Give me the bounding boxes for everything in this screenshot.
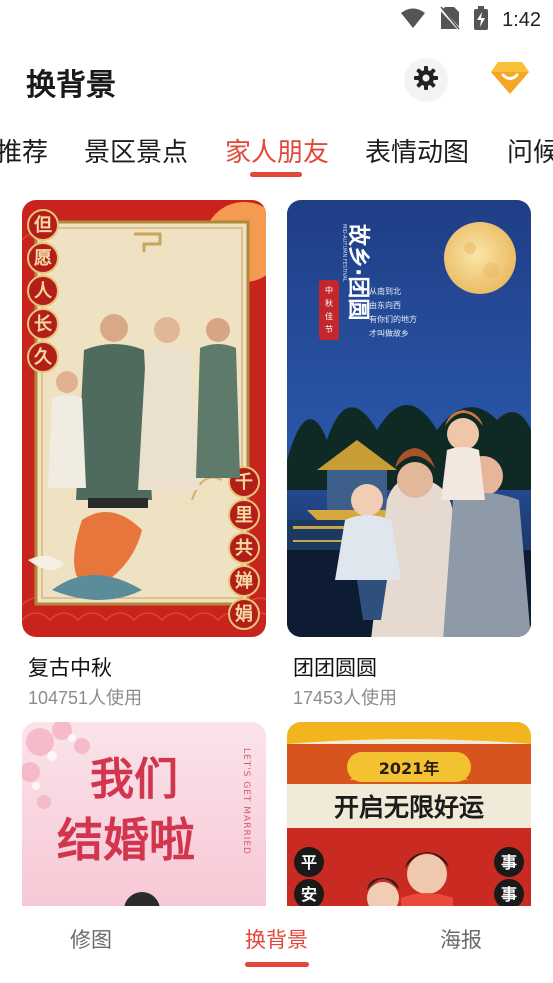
poster-char: 事 (501, 853, 517, 872)
template-thumbnail[interactable]: LET'S GET MARRIED 我们 结婚啦 (22, 722, 266, 906)
active-tab-indicator (250, 172, 302, 177)
poster-line: 才叫做故乡 (369, 328, 409, 338)
status-time: 1:42 (502, 8, 541, 31)
poster-char: 秋 (325, 298, 333, 308)
poster-char: 婵 (235, 570, 253, 592)
poster-char: 愿 (34, 248, 52, 269)
poster-title: 我们 (90, 754, 178, 805)
poster-char: 安 (301, 885, 317, 904)
vip-diamond-icon (490, 60, 530, 100)
poster-title: 故乡·团圆 (345, 224, 371, 320)
template-grid: 但 愿 人 长 久 千 里 共 婵 娟 复古中秋 104751人使用 中 秋 佳… (0, 200, 553, 906)
poster-char: 事 (501, 885, 517, 904)
settings-button[interactable] (404, 58, 448, 102)
poster-char: 久 (34, 346, 53, 368)
poster-year: 2021年 (379, 759, 440, 778)
poster-char: 娟 (235, 603, 253, 625)
template-usage-count: 104751人使用 (28, 688, 143, 708)
tab-scenic-spots[interactable]: 景区景点 (84, 132, 188, 169)
template-thumbnail[interactable]: 中 秋 佳 节 故乡·团圆 MID-AUTUMN FESTIVAL 从南到北 由… (287, 200, 531, 637)
poster-char: 共 (235, 538, 253, 559)
poster-char: 长 (34, 314, 53, 335)
tab-emoji-gifs[interactable]: 表情动图 (365, 132, 469, 169)
poster-line: 从南到北 (369, 286, 401, 296)
template-name: 复古中秋 (28, 656, 112, 680)
poster-line: 由东向西 (369, 300, 401, 310)
tab-recommend[interactable]: 推荐 (0, 132, 48, 169)
wedding-poster: LET'S GET MARRIED 我们 结婚啦 (22, 722, 266, 906)
poster-char: 里 (235, 505, 253, 526)
vintage-mid-autumn-poster: 但 愿 人 长 久 千 里 共 婵 娟 (22, 200, 266, 637)
app-header: 换背景 (0, 50, 553, 110)
template-thumbnail[interactable]: 2021年 开启无限好运 平 安 事 事 (287, 722, 531, 906)
template-name: 团团圆圆 (293, 656, 377, 680)
tab-greetings[interactable]: 问候 (507, 132, 553, 169)
poster-char: 中 (325, 285, 333, 295)
poster-title: 结婚啦 (57, 813, 195, 867)
reunion-night-poster: 中 秋 佳 节 故乡·团圆 MID-AUTUMN FESTIVAL 从南到北 由… (287, 200, 531, 637)
nav-photo-edit[interactable]: 修图 (70, 924, 112, 954)
vip-button[interactable] (488, 58, 532, 102)
template-thumbnail[interactable]: 但 愿 人 长 久 千 里 共 婵 娟 (22, 200, 266, 637)
new-year-poster: 2021年 开启无限好运 平 安 事 事 (287, 722, 531, 906)
poster-char: 佳 (325, 311, 333, 321)
battery-charging-icon (474, 6, 489, 34)
nav-change-background[interactable]: 换背景 (245, 924, 308, 954)
poster-char: 平 (301, 853, 317, 872)
page-title: 换背景 (26, 68, 116, 103)
template-usage-count: 17453人使用 (293, 688, 398, 708)
wifi-icon (400, 7, 426, 33)
poster-char: 人 (34, 281, 53, 302)
status-bar: 1:42 (0, 0, 553, 40)
category-tabs: 推荐 景区景点 家人朋友 表情动图 问候 (0, 128, 553, 182)
status-icons: 1:42 (400, 6, 541, 34)
poster-char: 但 (33, 214, 52, 236)
poster-line: 有你们的地方 (369, 314, 417, 324)
settings-gear-icon (413, 65, 439, 95)
poster-headline: 开启无限好运 (334, 793, 484, 822)
poster-char: 节 (325, 325, 333, 334)
active-nav-indicator (245, 962, 309, 967)
tab-family-friends[interactable]: 家人朋友 (225, 132, 329, 169)
bottom-nav: 修图 换背景 海报 (0, 906, 553, 983)
poster-vertical-text: LET'S GET MARRIED (241, 748, 251, 855)
no-sim-icon (438, 6, 462, 34)
nav-poster[interactable]: 海报 (440, 924, 482, 954)
poster-subtitle: MID-AUTUMN FESTIVAL (341, 224, 347, 282)
